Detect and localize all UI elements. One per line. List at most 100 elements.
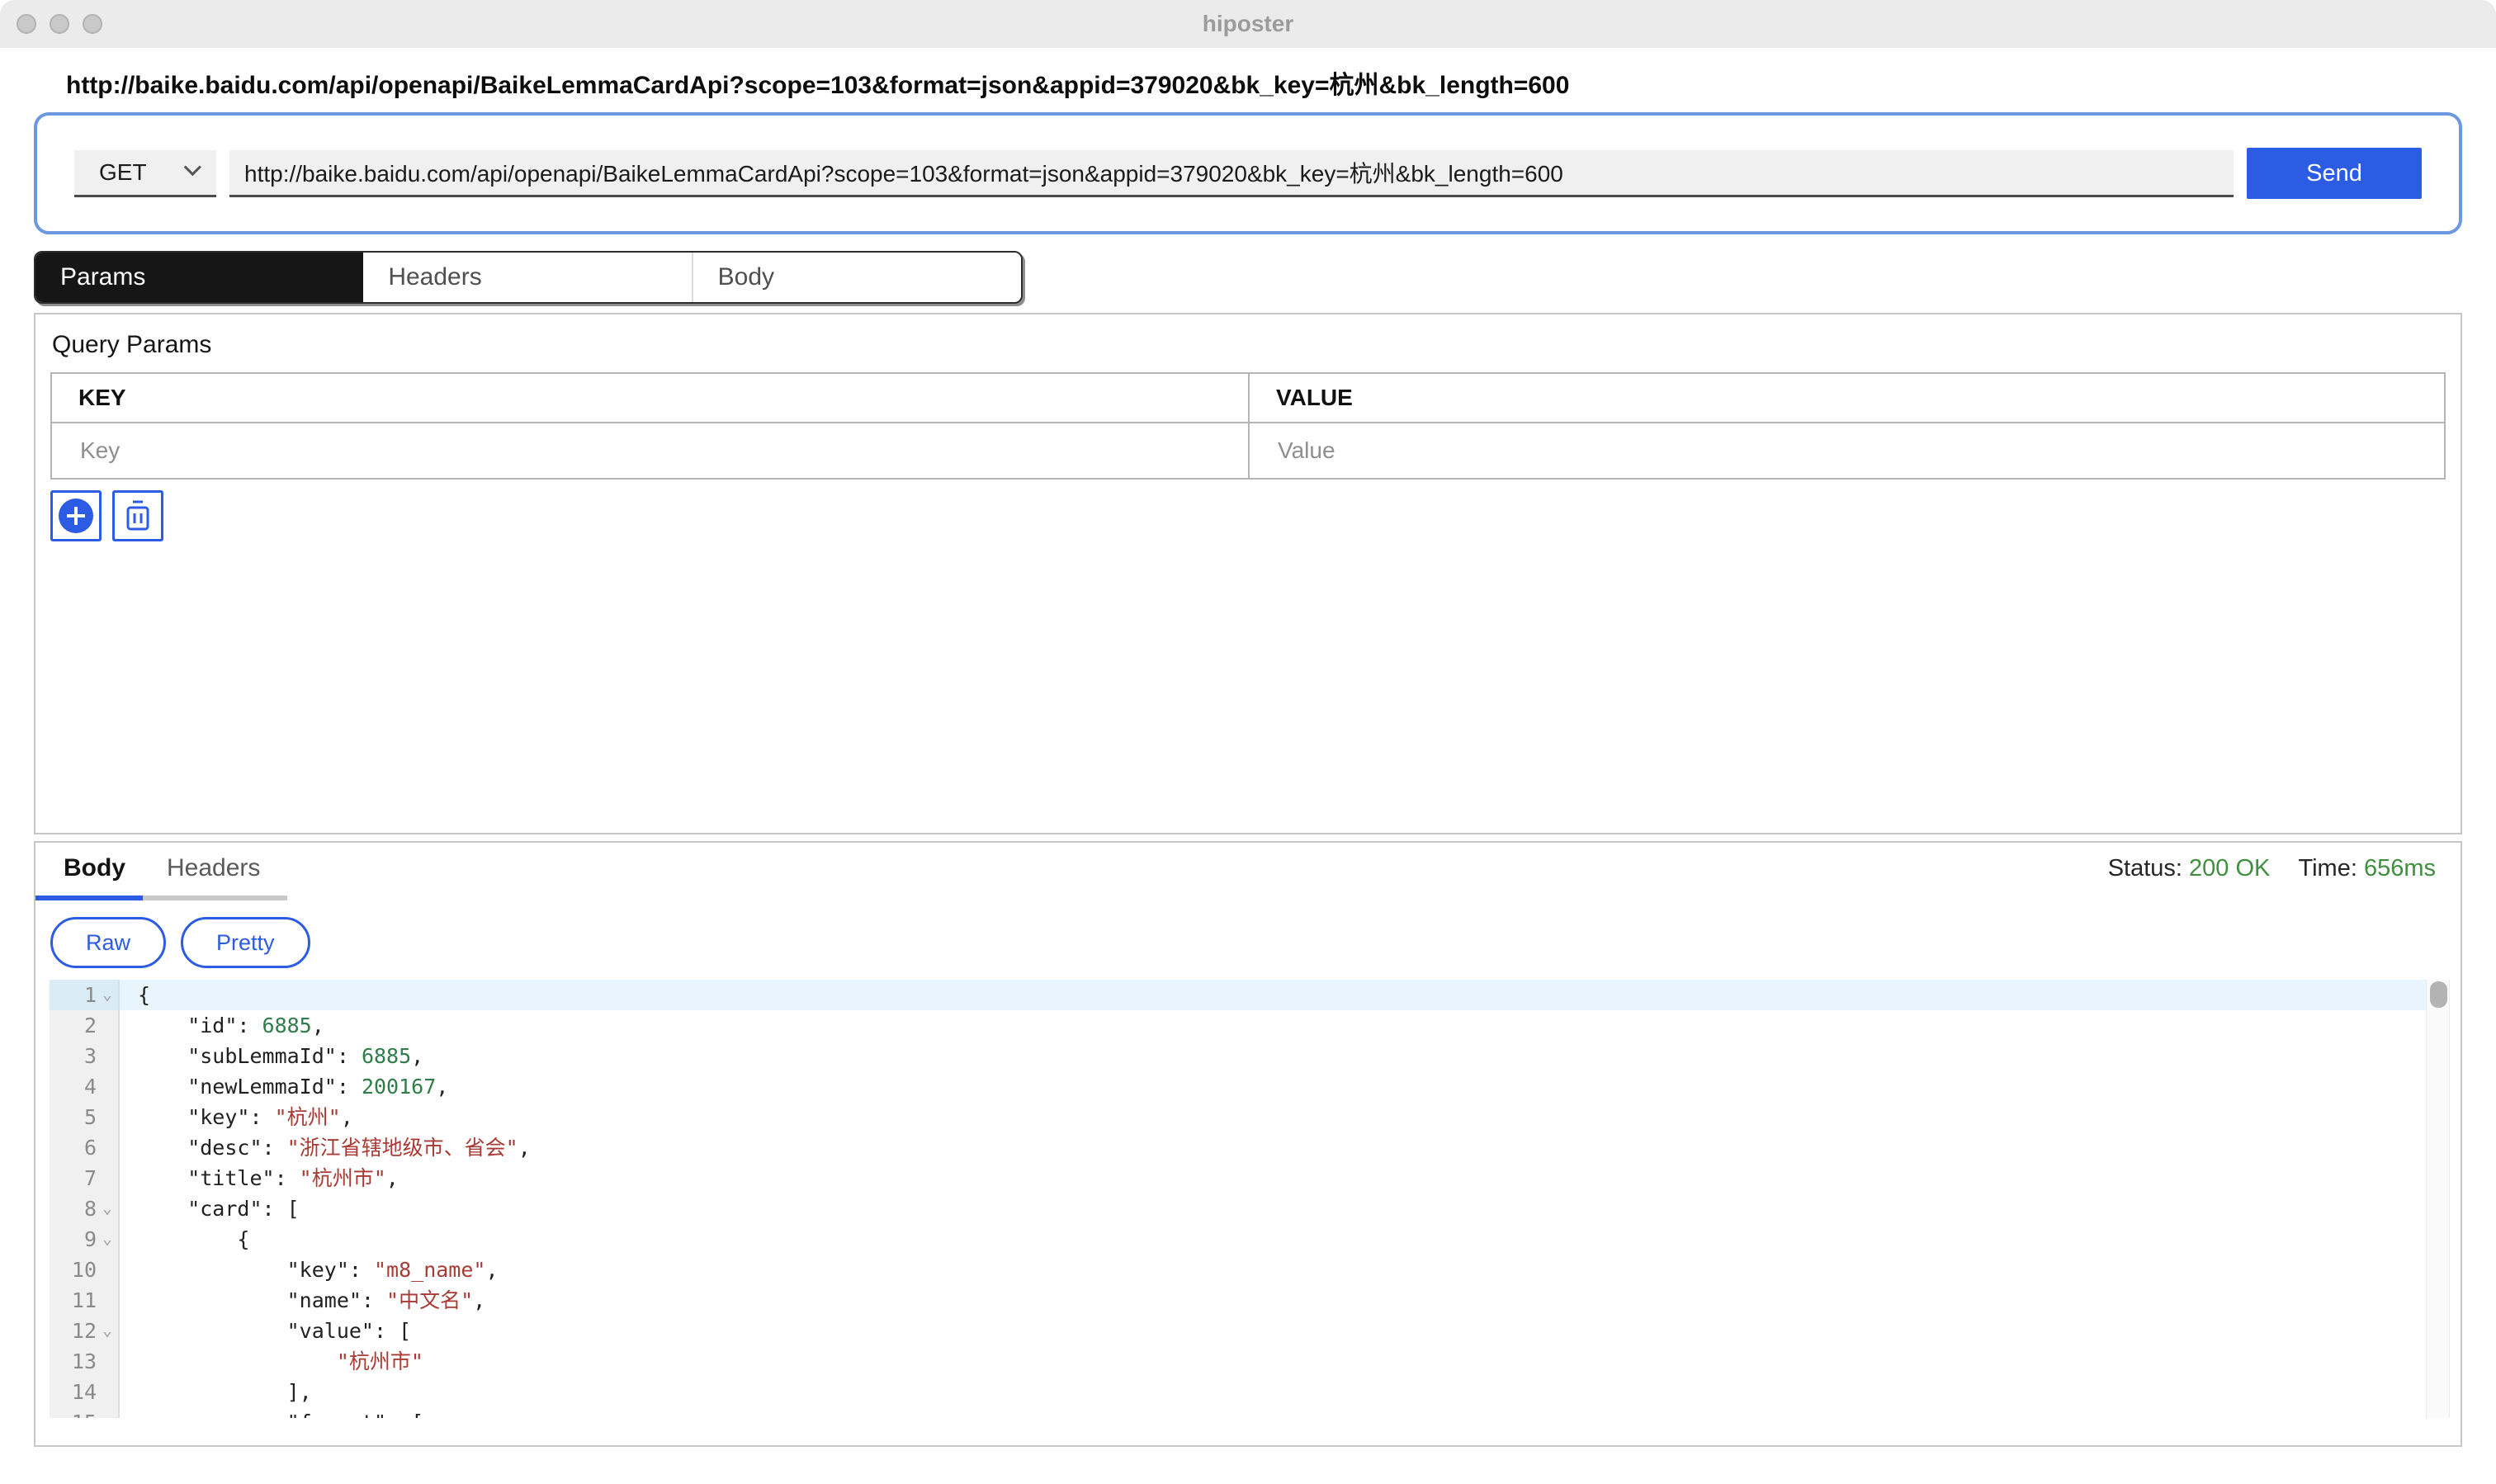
delete-param-button[interactable] (112, 490, 163, 541)
code-text: "id": 6885, (120, 1010, 324, 1041)
code-line: 7 "title": "杭州市", (50, 1163, 2450, 1193)
request-tabs: Params Headers Body (34, 251, 1023, 304)
line-number: 15 (72, 1407, 97, 1418)
request-bar: GET Send (34, 112, 2462, 234)
code-line: 5 "key": "杭州", (50, 1102, 2450, 1132)
pretty-button[interactable]: Pretty (181, 917, 310, 968)
window-titlebar: hiposter (0, 0, 2496, 48)
line-number: 8 (84, 1193, 97, 1224)
params-panel: Query Params KEY VALUE (34, 313, 2462, 834)
line-number: 10 (72, 1255, 97, 1285)
param-row-value-cell (1248, 423, 2444, 478)
code-text: "name": "中文名", (120, 1285, 485, 1316)
code-line: 9⌄ { (50, 1224, 2450, 1255)
response-tab-underline (35, 896, 287, 900)
time-value: 656ms (2364, 855, 2436, 881)
code-text: "newLemmaId": 200167, (120, 1071, 448, 1102)
line-number: 6 (84, 1132, 97, 1163)
tab-params[interactable]: Params (35, 253, 363, 302)
code-scrollbar[interactable] (2426, 980, 2450, 1418)
line-number: 9 (84, 1224, 97, 1255)
fold-icon[interactable]: ⌄ (97, 1193, 118, 1224)
code-line: 14 ], (50, 1377, 2450, 1407)
code-line: 11 "name": "中文名", (50, 1285, 2450, 1316)
view-buttons: Raw Pretty (50, 917, 2461, 968)
line-gutter: 13 (50, 1346, 120, 1377)
response-header: Body Headers Status: 200 OK Time: 656ms (35, 854, 2461, 882)
plus-icon (59, 499, 93, 533)
line-gutter: 5 (50, 1102, 120, 1132)
tab-response-headers[interactable]: Headers (167, 854, 260, 882)
code-text: "key": "杭州", (120, 1102, 353, 1132)
code-line: 3 "subLemmaId": 6885, (50, 1041, 2450, 1071)
line-gutter: 6 (50, 1132, 120, 1163)
method-label: GET (99, 159, 147, 186)
status-value: 200 OK (2189, 855, 2270, 881)
tab-response-body[interactable]: Body (64, 854, 125, 882)
key-header: KEY (52, 374, 1248, 423)
code-text: "card": [ (120, 1193, 300, 1224)
scrollbar-thumb[interactable] (2430, 981, 2447, 1008)
active-tab-indicator (35, 896, 143, 900)
code-text: "key": "m8_name", (120, 1255, 499, 1285)
raw-button[interactable]: Raw (50, 917, 166, 968)
code-line: 6 "desc": "浙江省辖地级市、省会", (50, 1132, 2450, 1163)
value-header: VALUE (1248, 374, 2444, 423)
param-row-key-cell (52, 423, 1248, 478)
response-panel: Body Headers Status: 200 OK Time: 656ms … (34, 841, 2462, 1447)
url-input[interactable] (229, 150, 2234, 197)
tab-headers[interactable]: Headers (363, 253, 691, 302)
line-number: 2 (84, 1010, 97, 1041)
code-editor: 1⌄{2 "id": 6885,3 "subLemmaId": 6885,4 "… (50, 980, 2450, 1418)
request-url-text: http://baike.baidu.com/api/openapi/Baike… (66, 64, 2496, 101)
minimize-button[interactable] (50, 14, 69, 34)
line-number: 12 (72, 1316, 97, 1346)
code-line: 15 "format": [ (50, 1407, 2450, 1418)
code-line: 10 "key": "m8_name", (50, 1255, 2450, 1285)
code-text: "format": [ (120, 1407, 423, 1418)
line-gutter: 14 (50, 1377, 120, 1407)
zoom-button[interactable] (83, 14, 102, 34)
line-gutter: 3 (50, 1041, 120, 1071)
code-text: "value": [ (120, 1316, 411, 1346)
value-input[interactable] (1276, 437, 2418, 465)
code-text: "subLemmaId": 6885, (120, 1041, 423, 1071)
method-select[interactable]: GET (74, 150, 216, 197)
tab-body[interactable]: Body (692, 253, 1021, 302)
close-button[interactable] (17, 14, 36, 34)
code-lines: 1⌄{2 "id": 6885,3 "subLemmaId": 6885,4 "… (50, 980, 2450, 1418)
code-line: 13 "杭州市" (50, 1346, 2450, 1377)
line-number: 1 (84, 980, 97, 1010)
line-number: 14 (72, 1377, 97, 1407)
line-gutter: 9⌄ (50, 1224, 120, 1255)
line-gutter: 7 (50, 1163, 120, 1193)
line-gutter: 2 (50, 1010, 120, 1041)
send-button[interactable]: Send (2247, 148, 2422, 199)
line-number: 3 (84, 1041, 97, 1071)
line-gutter: 10 (50, 1255, 120, 1285)
code-text: "title": "杭州市", (120, 1163, 399, 1193)
params-table: KEY VALUE (50, 372, 2446, 480)
fold-icon[interactable]: ⌄ (97, 980, 118, 1010)
chevron-down-icon (184, 158, 201, 176)
line-number: 7 (84, 1163, 97, 1193)
code-line: 1⌄{ (50, 980, 2450, 1010)
key-input[interactable] (78, 437, 1222, 465)
line-gutter: 15 (50, 1407, 120, 1418)
code-line: 2 "id": 6885, (50, 1010, 2450, 1041)
fold-icon[interactable]: ⌄ (97, 1316, 118, 1346)
code-text: "desc": "浙江省辖地级市、省会", (120, 1132, 531, 1163)
line-gutter: 11 (50, 1285, 120, 1316)
code-line: 12⌄ "value": [ (50, 1316, 2450, 1346)
code-text: ], (120, 1377, 312, 1407)
fold-icon[interactable]: ⌄ (97, 1224, 118, 1255)
code-line: 4 "newLemmaId": 200167, (50, 1071, 2450, 1102)
line-gutter: 12⌄ (50, 1316, 120, 1346)
line-number: 13 (72, 1346, 97, 1377)
line-gutter: 8⌄ (50, 1193, 120, 1224)
code-text: "杭州市" (120, 1346, 423, 1377)
param-actions (50, 490, 2446, 541)
line-number: 5 (84, 1102, 97, 1132)
line-number: 11 (72, 1285, 97, 1316)
add-param-button[interactable] (50, 490, 102, 541)
